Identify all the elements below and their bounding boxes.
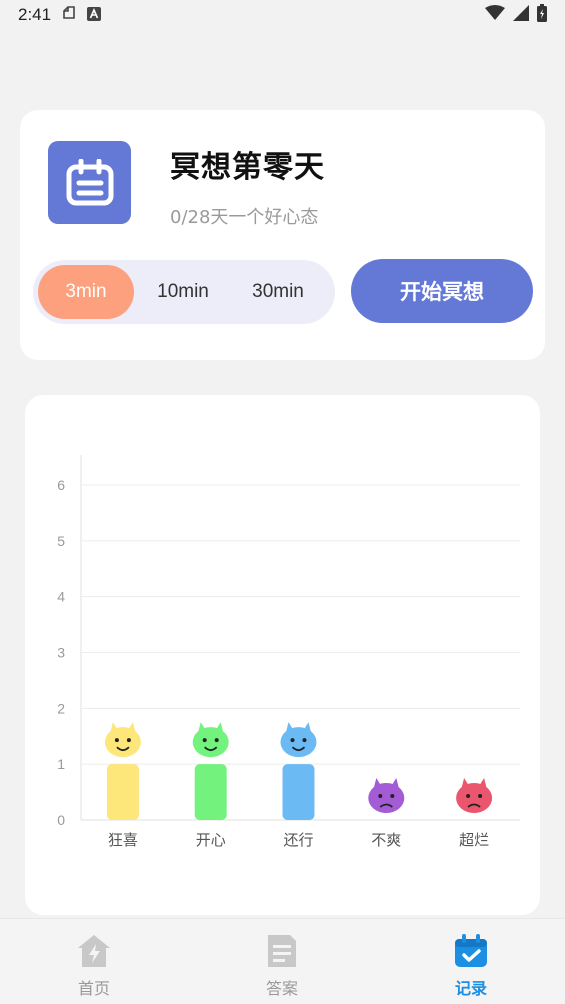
home-bolt-icon xyxy=(78,935,110,967)
meditation-title: 冥想第零天 xyxy=(170,150,325,185)
duration-option-3min[interactable]: 3min xyxy=(38,265,134,319)
x-tick-label: 开心 xyxy=(196,831,226,849)
y-tick-label: 5 xyxy=(57,533,65,549)
mood-face-icon xyxy=(192,722,229,758)
bar xyxy=(282,764,315,820)
keyboard-a-icon xyxy=(87,6,102,25)
y-tick-label: 2 xyxy=(57,700,65,716)
x-tick-label: 超烂 xyxy=(459,831,489,849)
tab-answers-label: 答案 xyxy=(265,979,298,998)
y-tick-label: 4 xyxy=(57,589,65,605)
y-tick-label: 1 xyxy=(57,756,65,772)
document-icon xyxy=(268,935,296,967)
mood-face-icon xyxy=(368,778,405,813)
battery-icon xyxy=(537,4,547,26)
tab-records-label: 记录 xyxy=(454,979,487,998)
calendar-icon xyxy=(48,141,131,224)
start-meditation-button[interactable]: 开始冥想 xyxy=(351,259,533,323)
status-time: 2:41 xyxy=(18,5,52,24)
status-bar: 2:41 xyxy=(0,0,565,30)
meditation-card: 冥想第零天 0/28天一个好心态 3min 10min 30min 开始冥想 xyxy=(20,110,545,360)
bottom-tab-bar: 首页 答案 记录 xyxy=(0,918,565,1004)
x-tick-label: 不爽 xyxy=(371,831,401,849)
mood-face-icon xyxy=(104,722,141,758)
mood-face-icon xyxy=(456,778,493,813)
y-tick-label: 6 xyxy=(57,477,65,493)
duration-option-10min[interactable]: 10min xyxy=(134,265,232,319)
wifi-icon xyxy=(485,5,505,25)
notification-icon xyxy=(61,5,77,25)
bar xyxy=(194,764,227,820)
x-tick-label: 狂喜 xyxy=(108,831,138,849)
y-tick-label: 0 xyxy=(57,812,65,828)
signal-icon xyxy=(513,5,529,25)
mood-bar-chart: 0 1 2 3 4 5 6 狂喜 开心 还行 不爽 超烂 xyxy=(57,455,520,849)
tab-answers[interactable]: 答案 xyxy=(222,919,342,1004)
mood-face-icon xyxy=(280,722,317,758)
mood-chart-card: 0 1 2 3 4 5 6 狂喜 开心 还行 不爽 超烂 xyxy=(25,395,540,915)
x-tick-label: 还行 xyxy=(283,831,313,849)
bar xyxy=(106,764,139,820)
duration-option-30min[interactable]: 30min xyxy=(232,265,324,319)
calendar-check-icon xyxy=(455,934,487,967)
y-tick-label: 3 xyxy=(57,645,65,661)
duration-selector: 3min 10min 30min xyxy=(33,260,335,324)
tab-home-label: 首页 xyxy=(77,979,110,998)
tab-records[interactable]: 记录 xyxy=(411,919,531,1004)
tab-home[interactable]: 首页 xyxy=(34,919,154,1004)
meditation-subtitle: 0/28天一个好心态 xyxy=(170,207,319,228)
